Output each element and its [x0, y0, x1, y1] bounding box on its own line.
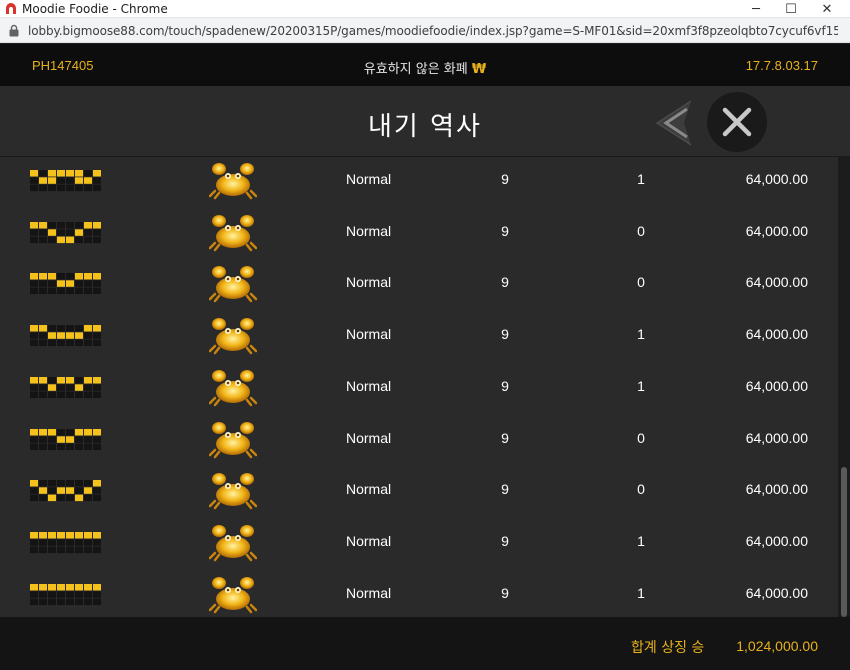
currency-notice: 유효하지 않은 화폐 ₩	[0, 58, 850, 77]
line-count: 9	[501, 532, 509, 549]
crab-symbol-icon	[209, 576, 257, 613]
game-status-bar: PH147405 유효하지 않은 화폐 ₩ 17.7.8.03.17	[0, 44, 850, 86]
history-row[interactable]: Normal 9 1 64,000.00	[0, 312, 838, 363]
bet-amount: 64,000.00	[745, 532, 808, 549]
payline-pattern-icon	[30, 531, 101, 553]
win-count: 0	[637, 274, 645, 291]
line-count: 9	[501, 171, 509, 187]
total-footer: 합계 상징 승 1,024,000.00	[0, 617, 850, 670]
bet-history-list[interactable]: Normal 9 1 64,000.00 Normal 9 0 64,000.0…	[0, 157, 838, 617]
win-count: 1	[637, 171, 645, 187]
history-row[interactable]: Normal 9 1 64,000.00	[0, 571, 838, 617]
crab-symbol-icon	[209, 266, 257, 303]
win-count: 1	[637, 584, 645, 601]
back-button[interactable]	[654, 98, 694, 148]
line-count: 9	[501, 481, 509, 498]
app-logo-icon	[6, 3, 16, 14]
crab-symbol-icon	[209, 369, 257, 407]
win-count: 0	[637, 481, 645, 498]
payline-pattern-icon	[30, 428, 101, 450]
scrollbar[interactable]	[838, 157, 850, 617]
payline-pattern-icon	[30, 583, 101, 605]
line-count: 9	[501, 377, 509, 394]
bet-amount: 64,000.00	[745, 222, 808, 239]
maximize-button[interactable]: ☐	[774, 0, 808, 18]
bet-amount: 64,000.00	[745, 584, 808, 601]
win-count: 0	[637, 222, 645, 239]
browser-titlebar: Moodie Foodie - Chrome ─ ☐ ✕	[0, 0, 850, 18]
total-label: 합계 상징 승	[631, 640, 705, 656]
history-row[interactable]: Normal 9 0 64,000.00	[0, 260, 838, 311]
history-row[interactable]: Normal 9 1 64,000.00	[0, 519, 838, 570]
line-count: 9	[501, 429, 509, 446]
win-count: 1	[637, 326, 645, 343]
back-arrow-icon	[656, 100, 692, 146]
bet-amount: 64,000.00	[745, 171, 808, 187]
payline-pattern-icon	[30, 170, 101, 192]
total-value: 1,024,000.00	[736, 638, 818, 654]
bet-amount: 64,000.00	[745, 326, 808, 343]
crab-symbol-icon	[209, 214, 257, 251]
currency-notice-text: 유효하지 않은 화폐	[363, 62, 468, 77]
win-count: 1	[637, 532, 645, 549]
line-count: 9	[501, 326, 509, 343]
lock-icon	[9, 24, 19, 37]
game-mode: Normal	[346, 584, 392, 601]
payline-pattern-icon	[30, 273, 101, 295]
payline-pattern-icon	[30, 325, 101, 347]
game-mode: Normal	[346, 429, 392, 446]
win-count: 0	[637, 429, 645, 446]
history-row[interactable]: Normal 9 1 64,000.00	[0, 364, 838, 415]
game-mode: Normal	[346, 326, 392, 343]
won-currency-icon: ₩	[471, 62, 487, 77]
close-button[interactable]	[707, 92, 767, 152]
history-row[interactable]: Normal 9 0 64,000.00	[0, 467, 838, 518]
game-mode: Normal	[346, 481, 392, 498]
address-bar[interactable]: lobby.bigmoose88.com/touch/spadenew/2020…	[0, 18, 850, 43]
line-count: 9	[501, 584, 509, 601]
bet-amount: 64,000.00	[745, 274, 808, 291]
history-row[interactable]: Normal 9 1 64,000.00	[0, 157, 838, 208]
window-title: Moodie Foodie - Chrome	[22, 2, 168, 16]
line-count: 9	[501, 222, 509, 239]
crab-symbol-icon	[209, 524, 257, 562]
bet-amount: 64,000.00	[745, 481, 808, 498]
crab-symbol-icon	[209, 163, 257, 200]
win-count: 1	[637, 377, 645, 394]
game-mode: Normal	[346, 222, 392, 239]
game-mode: Normal	[346, 377, 392, 394]
payline-pattern-icon	[30, 480, 101, 502]
payline-pattern-icon	[30, 376, 101, 398]
game-version: 17.7.8.03.17	[745, 58, 818, 73]
crab-symbol-icon	[209, 421, 257, 458]
bet-amount: 64,000.00	[745, 429, 808, 446]
crab-symbol-icon	[209, 473, 257, 510]
history-row[interactable]: Normal 9 0 64,000.00	[0, 209, 838, 260]
game-mode: Normal	[346, 171, 392, 187]
bet-amount: 64,000.00	[745, 377, 808, 394]
line-count: 9	[501, 274, 509, 291]
history-row[interactable]: Normal 9 0 64,000.00	[0, 416, 838, 467]
close-icon	[722, 107, 752, 137]
game-mode: Normal	[346, 274, 392, 291]
crab-symbol-icon	[209, 318, 257, 355]
url-text[interactable]: lobby.bigmoose88.com/touch/spadenew/2020…	[28, 24, 838, 38]
minimize-button[interactable]: ─	[739, 0, 773, 18]
scrollbar-thumb[interactable]	[841, 467, 847, 617]
payline-pattern-icon	[30, 221, 101, 243]
window-close-button[interactable]: ✕	[810, 0, 844, 18]
game-mode: Normal	[346, 532, 392, 549]
